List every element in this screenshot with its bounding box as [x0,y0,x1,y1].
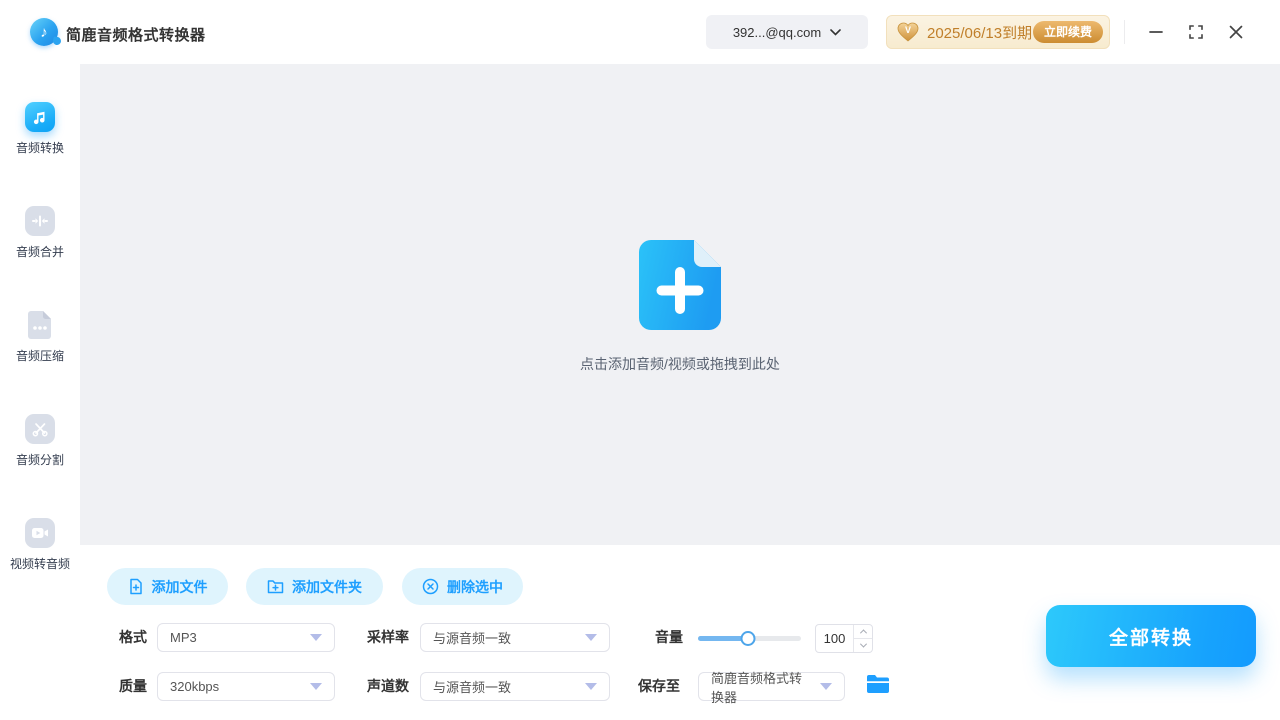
volume-value: 100 [816,625,853,652]
channels-select[interactable]: 与源音频一致 [420,672,610,701]
app-logo-music-note-icon: ♪ [30,18,58,46]
fullscreen-button[interactable] [1187,23,1205,41]
dropdown-arrow-icon [585,683,597,690]
app-title: 简鹿音频格式转换器 [66,24,206,45]
sidebar-item-audio-split[interactable]: 音频分割 [0,414,80,468]
settings-panel: 添加文件 添加文件夹 删除选中 格式 MP3 采样率 与源音频一致 音量 100 [80,545,1280,720]
convert-all-label: 全部转换 [1109,623,1193,650]
save-to-label: 保存至 [638,672,680,701]
title-bar: ♪ 简鹿音频格式转换器 392...@qq.com V 2025/06/13到期… [0,0,1280,64]
format-value: MP3 [170,630,197,645]
sidebar-item-label: 音频转换 [16,139,64,156]
delete-selected-button[interactable]: 删除选中 [402,568,523,605]
sample-rate-select[interactable]: 与源音频一致 [420,623,610,652]
sidebar-item-audio-merge[interactable]: 音频合并 [0,206,80,260]
sample-rate-value: 与源音频一致 [433,628,511,647]
chevron-down-icon [859,641,866,648]
sample-rate-label: 采样率 [367,623,409,652]
sidebar-item-audio-convert[interactable]: 音频转换 [0,102,80,156]
sidebar-nav: 音频转换 音频合并 音频压缩 [0,64,80,720]
volume-slider[interactable] [698,636,801,641]
account-dropdown[interactable]: 392...@qq.com [706,15,868,49]
add-folder-button[interactable]: 添加文件夹 [246,568,383,605]
delete-selected-label: 删除选中 [447,577,503,597]
add-file-icon [128,578,144,595]
sidebar-item-video-to-audio[interactable]: 视频转音频 [0,518,80,572]
music-note-icon [25,102,55,132]
account-email: 392...@qq.com [733,25,821,40]
browse-folder-button[interactable] [866,674,890,694]
add-file-label: 添加文件 [152,577,208,597]
sidebar-item-label: 音频压缩 [16,347,64,364]
renew-now-button[interactable]: 立即续费 [1033,21,1103,43]
delete-circle-icon [422,578,439,595]
convert-all-button[interactable]: 全部转换 [1046,605,1256,667]
spinner-up-button[interactable] [854,625,872,639]
window-controls-divider [1124,20,1125,44]
chevron-down-icon [830,29,841,36]
sidebar-item-audio-compress[interactable]: 音频压缩 [0,310,80,364]
save-to-select[interactable]: 简鹿音频格式转换器 [698,672,845,701]
volume-label: 音量 [655,623,683,652]
merge-icon [25,206,55,236]
scissors-icon [25,414,55,444]
volume-number-input[interactable]: 100 [815,624,873,653]
compress-file-icon [25,310,55,340]
quality-value: 320kbps [170,679,219,694]
volume-spinner [853,625,872,652]
add-folder-label: 添加文件夹 [292,577,362,597]
fullscreen-icon [1189,25,1203,39]
dropdown-arrow-icon [310,634,322,641]
sidebar-item-label: 视频转音频 [10,555,70,572]
vip-status-badge: V 2025/06/13到期 立即续费 [886,15,1110,49]
dropdown-arrow-icon [820,683,832,690]
vip-expiry-date: 2025/06/13到期 [927,22,1032,43]
close-button[interactable] [1227,23,1245,41]
file-dropzone[interactable]: 点击添加音频/视频或拖拽到此处 [80,240,1280,374]
vip-heart-icon: V [897,22,919,42]
dropdown-arrow-icon [310,683,322,690]
dropzone-hint-text: 点击添加音频/视频或拖拽到此处 [580,354,780,374]
minimize-icon [1149,25,1163,39]
close-icon [1229,25,1243,39]
chevron-up-icon [859,629,866,636]
add-file-button[interactable]: 添加文件 [107,568,228,605]
sidebar-item-label: 音频合并 [16,243,64,260]
add-folder-icon [267,579,284,594]
dropdown-arrow-icon [585,634,597,641]
quality-select[interactable]: 320kbps [157,672,335,701]
format-label: 格式 [119,623,147,652]
folder-icon [866,674,890,694]
save-to-value: 简鹿音频格式转换器 [711,668,812,706]
video-camera-icon [25,518,55,548]
svg-text:V: V [905,25,911,35]
spinner-down-button[interactable] [854,639,872,652]
quality-label: 质量 [119,672,147,701]
add-file-big-icon [639,240,721,330]
channels-label: 声道数 [367,672,409,701]
sidebar-item-label: 音频分割 [16,451,64,468]
file-list-area: 点击添加音频/视频或拖拽到此处 [80,64,1280,545]
volume-slider-handle[interactable] [741,631,756,646]
minimize-button[interactable] [1147,23,1165,41]
format-select[interactable]: MP3 [157,623,335,652]
channels-value: 与源音频一致 [433,677,511,696]
